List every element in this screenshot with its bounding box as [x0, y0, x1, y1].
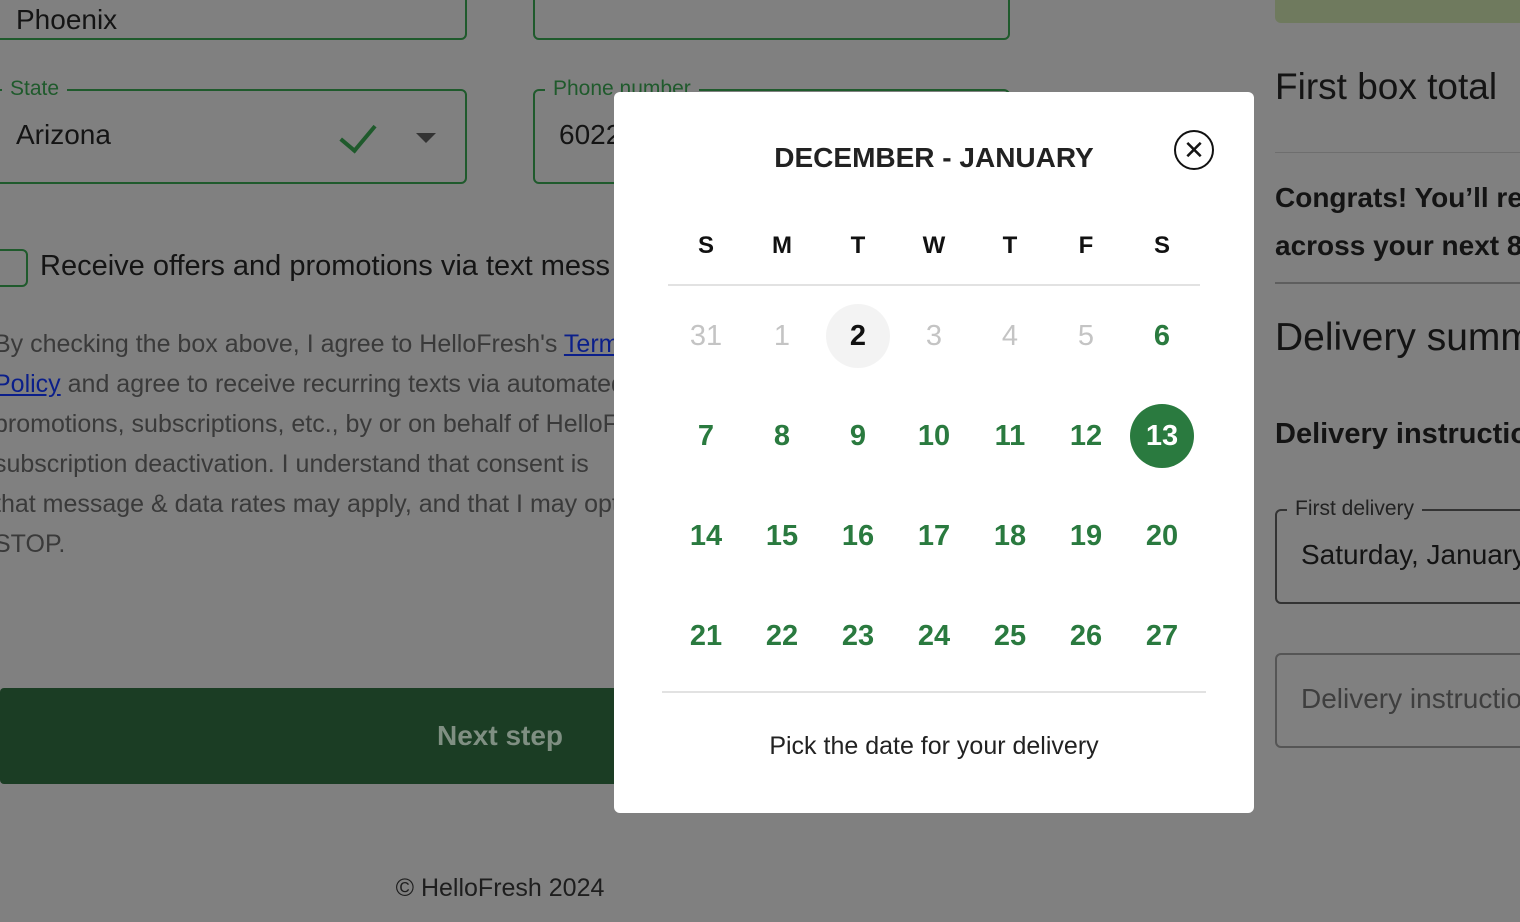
calendar-day[interactable]: 18: [978, 504, 1042, 568]
calendar-day[interactable]: 23: [826, 604, 890, 668]
calendar-day: 1: [773, 320, 791, 352]
calendar-day[interactable]: 16: [826, 504, 890, 568]
congrats-line: across your next 8: [1275, 230, 1520, 261]
calendar-day[interactable]: 19: [1054, 504, 1118, 568]
calendar-day[interactable]: 20: [1130, 504, 1194, 568]
weekday-header: S: [1153, 232, 1170, 259]
calendar-day[interactable]: 14: [674, 504, 738, 568]
state-label: State: [2, 77, 68, 101]
check-icon: [339, 114, 377, 154]
city-value: Phoenix: [16, 4, 118, 35]
calendar-day[interactable]: 26: [1054, 604, 1118, 668]
divider: [662, 691, 1206, 693]
first-delivery-select[interactable]: First delivery Saturday, January: [1275, 497, 1520, 604]
calendar-day[interactable]: 11: [978, 404, 1042, 468]
consent-line: and agree to receive recurring texts via…: [60, 370, 614, 398]
congrats-text: Congrats! You’ll re across your next 8: [1275, 174, 1520, 270]
first-box-total: First box total: [1275, 66, 1498, 107]
order-summary: First box total Congrats! You’ll re acro…: [1275, 0, 1520, 922]
consent-line: STOP.: [0, 530, 66, 558]
state-select[interactable]: State Arizona: [0, 77, 467, 184]
calendar-day: 3: [925, 320, 943, 352]
first-delivery-value: Saturday, January: [1301, 539, 1520, 570]
calendar-day[interactable]: 24: [902, 604, 966, 668]
calendar-day[interactable]: 17: [902, 504, 966, 568]
city-field[interactable]: Phoenix: [0, 0, 467, 40]
calendar-day: 5: [1077, 320, 1095, 352]
zip-value: 85013: [549, 0, 627, 2]
calendar-day[interactable]: 8: [750, 404, 814, 468]
weekday-header: T: [850, 232, 866, 259]
calendar-title: DECEMBER - JANUARY: [774, 142, 1094, 173]
weekday-header: W: [922, 232, 946, 259]
phone-value: 6022: [559, 119, 622, 150]
chevron-down-icon[interactable]: [416, 133, 436, 143]
first-delivery-label: First delivery: [1287, 497, 1423, 521]
divider: [1275, 152, 1520, 153]
delivery-summary-heading: Delivery summary: [1275, 316, 1520, 359]
zip-field[interactable]: 85013: [533, 0, 1010, 40]
sms-checkbox[interactable]: [0, 249, 28, 287]
consent-line: subscription deactivation. I understand …: [0, 450, 589, 478]
weekday-header: S: [697, 232, 714, 259]
consent-line: promotions, subscriptions, etc., by or o…: [0, 410, 614, 438]
calendar-day[interactable]: 12: [1054, 404, 1118, 468]
calendar-day[interactable]: 7: [674, 404, 738, 468]
delivery-instructions-heading: Delivery instructions: [1275, 418, 1520, 450]
calendar-day[interactable]: 10: [902, 404, 966, 468]
consent-line: By checking the box above, I agree to He…: [0, 330, 564, 358]
calendar-day: 31: [689, 320, 723, 352]
sms-checkbox-label: Receive offers and promotions via text m…: [40, 250, 611, 282]
weekday-header: F: [1078, 232, 1094, 259]
calendar-day-selected[interactable]: 13: [1130, 404, 1194, 468]
calendar-day[interactable]: 27: [1130, 604, 1194, 668]
weekday-header: T: [1002, 232, 1018, 259]
divider: [1275, 282, 1520, 284]
calendar-day[interactable]: 9: [826, 404, 890, 468]
congrats-line: Congrats! You’ll re: [1275, 182, 1520, 213]
delivery-instructions-input[interactable]: Delivery instructions: [1275, 653, 1520, 748]
close-icon: ✕: [1183, 134, 1205, 165]
close-button[interactable]: ✕: [1174, 130, 1214, 170]
calendar-day[interactable]: 2: [826, 304, 890, 368]
consent-line: that message & data rates may apply, and…: [0, 490, 614, 518]
policy-link[interactable]: Policy: [0, 370, 61, 398]
copyright: © HelloFresh 2024: [395, 874, 605, 902]
weekday-header: M: [772, 232, 792, 259]
top-button[interactable]: [1275, 0, 1520, 23]
calendar-day[interactable]: 21: [674, 604, 738, 668]
calendar-day[interactable]: 15: [750, 504, 814, 568]
delivery-instructions-placeholder: Delivery instructions: [1301, 683, 1520, 714]
calendar-day[interactable]: 6: [1130, 304, 1194, 368]
calendar-hint: Pick the date for your delivery: [769, 732, 1099, 760]
calendar-day[interactable]: 22: [750, 604, 814, 668]
divider: [668, 284, 1200, 286]
state-value: Arizona: [16, 119, 111, 150]
consent-text: By checking the box above, I agree to He…: [0, 324, 614, 564]
date-picker-modal: DECEMBER - JANUARY ✕ S M T W T F S 31 1 2 3 4 5 6 7 8 9 1…: [614, 92, 1254, 813]
terms-link[interactable]: Terms: [564, 330, 614, 358]
calendar-day: 4: [1001, 320, 1019, 352]
calendar-day[interactable]: 25: [978, 604, 1042, 668]
